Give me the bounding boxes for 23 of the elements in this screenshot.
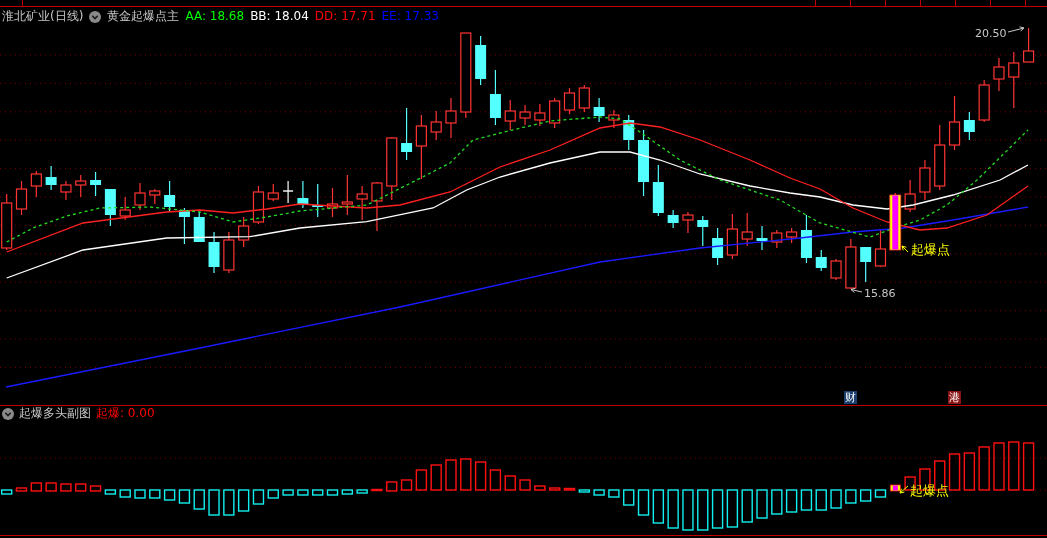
event-marker[interactable]: 财 (844, 391, 858, 404)
signal-label: 起爆点 (911, 242, 950, 257)
indicator-value: AA: 18.68 (185, 8, 245, 25)
event-marker[interactable]: 港 (948, 391, 962, 404)
indicator-name: 黄金起爆点主 (107, 8, 180, 25)
leader-arrow (850, 287, 863, 293)
high-candle (1023, 27, 1035, 63)
indicator-value: EE: 17.33 (381, 8, 439, 25)
leader-arrow (901, 245, 909, 253)
indicator-value: BB: 18.04 (250, 8, 309, 25)
low-candle (845, 238, 857, 290)
leader-arrow (899, 485, 909, 494)
security-title: 淮北矿业(日线) (2, 8, 84, 25)
chevron-down-icon[interactable] (2, 407, 14, 420)
chevron-down-icon[interactable] (89, 10, 102, 23)
signal-bar (889, 484, 901, 492)
sub-chart-title: 起爆多头副图 (19, 406, 91, 421)
low-price-label: 15.86 (864, 287, 896, 300)
indicator-value: 起爆: 0.00 (96, 406, 155, 421)
signal-candle (889, 192, 902, 251)
leader-arrow (1007, 26, 1025, 33)
high-price-label: 20.50 (975, 27, 1007, 40)
indicator-value: DD: 17.71 (314, 8, 376, 25)
